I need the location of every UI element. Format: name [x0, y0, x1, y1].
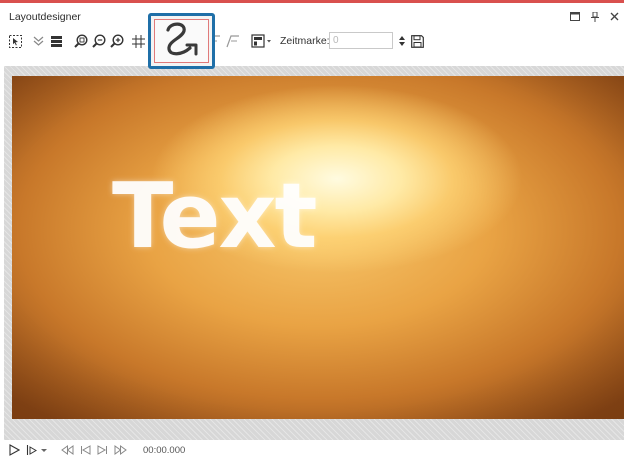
template-dropdown-icon[interactable]: [251, 32, 273, 50]
save-icon[interactable]: [410, 32, 424, 50]
zoom-in-icon[interactable]: [109, 32, 124, 50]
play-icon[interactable]: [8, 443, 20, 457]
zeitmarke-input[interactable]: [329, 32, 393, 49]
rewind-icon[interactable]: [60, 443, 74, 457]
zeitmarke-label: Zeitmarke:: [280, 35, 330, 47]
motion-path-icon: [154, 19, 209, 63]
play-from-start-icon[interactable]: [25, 443, 37, 457]
play-options-dropdown-icon[interactable]: [40, 443, 48, 457]
preview-stage[interactable]: Text: [12, 76, 624, 419]
select-object-icon[interactable]: [8, 32, 23, 50]
previous-frame-icon[interactable]: [79, 443, 91, 457]
title-bar: Layoutdesigner: [0, 3, 624, 25]
stage-text-object[interactable]: Text: [112, 172, 318, 262]
zoom-out-icon[interactable]: [91, 32, 106, 50]
keyframe-remove-icon[interactable]: [225, 32, 241, 50]
playback-bar: 00:00.000: [0, 440, 624, 459]
playback-timecode: 00:00.000: [143, 445, 186, 456]
window-title: Layoutdesigner: [9, 11, 81, 23]
layout-toolbar: Zeitmarke:: [0, 25, 624, 59]
restore-icon[interactable]: [569, 11, 580, 22]
close-icon[interactable]: [609, 11, 620, 22]
chevron-double-down-icon[interactable]: [31, 32, 46, 50]
motion-path-button[interactable]: [148, 13, 215, 69]
pin-icon[interactable]: [589, 11, 600, 22]
window-controls: [569, 11, 620, 22]
spin-arrows-icon[interactable]: [397, 32, 407, 50]
layers-icon[interactable]: [49, 32, 64, 50]
fast-forward-icon[interactable]: [113, 443, 127, 457]
grid-icon[interactable]: [131, 32, 146, 50]
next-frame-icon[interactable]: [96, 443, 108, 457]
zoom-fit-icon[interactable]: [73, 32, 88, 50]
